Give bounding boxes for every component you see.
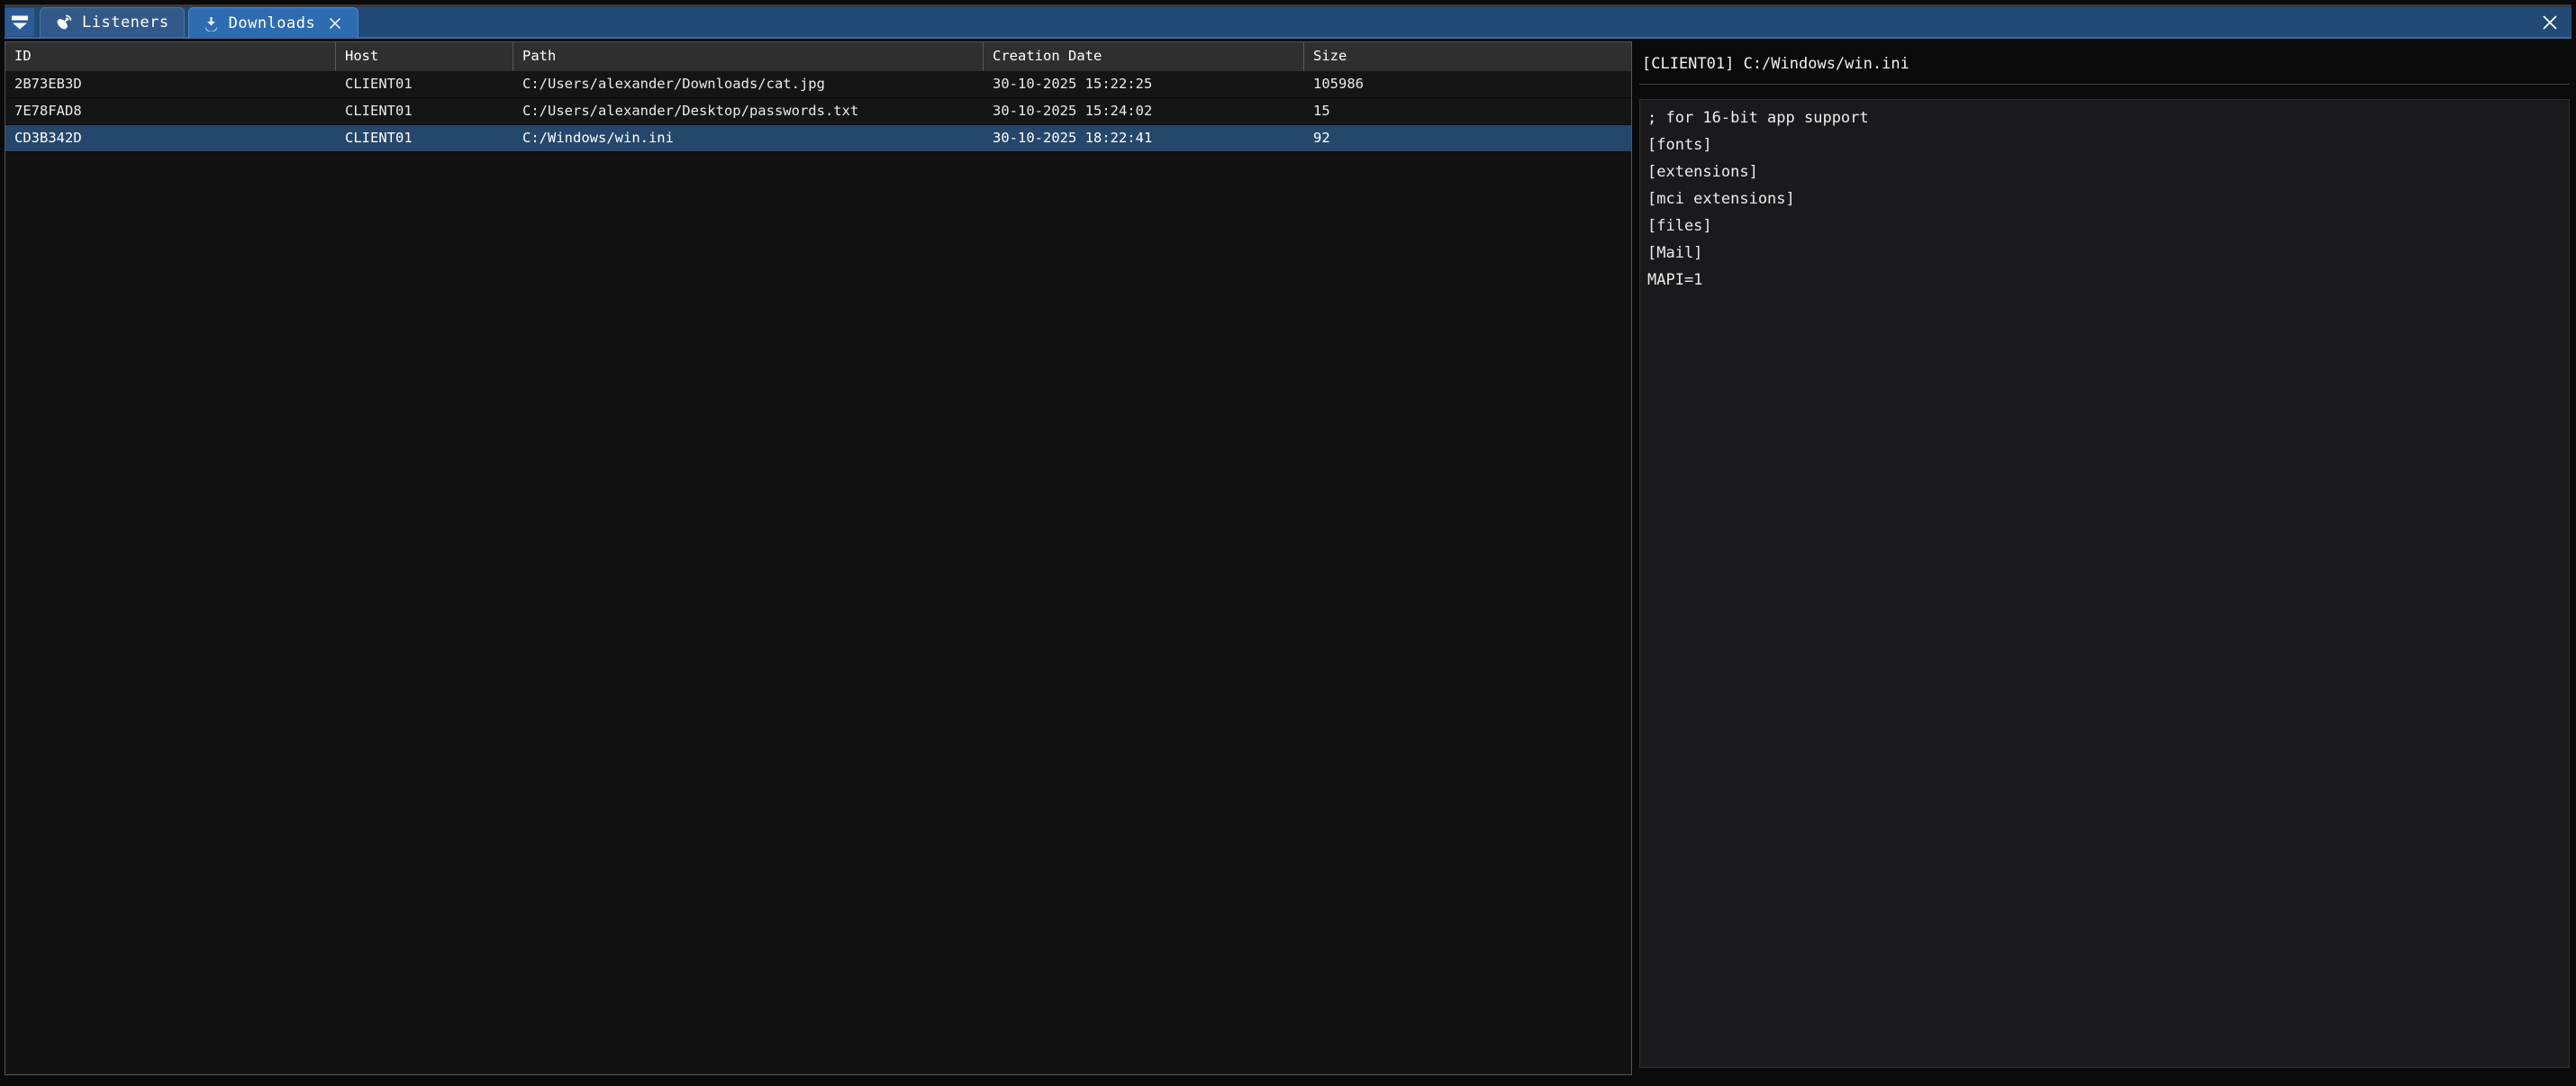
cell-id: CD3B342D xyxy=(5,125,336,151)
tab-label: Downloads xyxy=(229,14,316,32)
column-header-host[interactable]: Host xyxy=(336,42,513,71)
table-body: 2B73EB3DCLIENT01C:/Users/alexander/Downl… xyxy=(5,71,1631,152)
preview-line: [fonts] xyxy=(1647,131,2560,158)
cell-id: 7E78FAD8 xyxy=(5,98,336,124)
download-icon xyxy=(204,16,219,32)
cell-creation-date: 30-10-2025 18:22:41 xyxy=(984,125,1304,151)
collapse-down-icon xyxy=(11,14,29,30)
cell-size: 105986 xyxy=(1304,71,1631,97)
satellite-icon xyxy=(55,14,72,32)
cell-path: C:/Users/alexander/Downloads/cat.jpg xyxy=(513,71,984,97)
cell-size: 15 xyxy=(1304,98,1631,124)
tab-label: Listeners xyxy=(82,14,169,32)
table-row[interactable]: 7E78FAD8CLIENT01C:/Users/alexander/Deskt… xyxy=(5,98,1631,125)
column-header-size[interactable]: Size xyxy=(1304,42,1631,71)
tab-close-icon[interactable] xyxy=(327,15,343,32)
downloads-table: IDHostPathCreation DateSize 2B73EB3DCLIE… xyxy=(5,41,1632,1075)
tab-bar: Listeners Downloads xyxy=(5,5,2571,39)
table-row[interactable]: 2B73EB3DCLIENT01C:/Users/alexander/Downl… xyxy=(5,71,1631,98)
cell-path: C:/Users/alexander/Desktop/passwords.txt xyxy=(513,98,984,124)
cell-path: C:/Windows/win.ini xyxy=(513,125,984,151)
cell-creation-date: 30-10-2025 15:22:25 xyxy=(984,71,1304,97)
column-header-path[interactable]: Path xyxy=(513,42,984,71)
preview-line: [mci extensions] xyxy=(1647,186,2560,213)
cell-host: CLIENT01 xyxy=(336,125,513,151)
tab-list-button[interactable] xyxy=(5,8,34,36)
preview-line: [extensions] xyxy=(1647,158,2560,186)
column-header-id[interactable]: ID xyxy=(5,42,336,71)
app-window: Listeners Downloads IDHostPathCreation Da… xyxy=(0,0,2576,1086)
preview-line: MAPI=1 xyxy=(1647,267,2560,294)
cell-host: CLIENT01 xyxy=(336,71,513,97)
table-header-row: IDHostPathCreation DateSize xyxy=(5,42,1631,71)
preview-line: [files] xyxy=(1647,213,2560,240)
cell-creation-date: 30-10-2025 15:24:02 xyxy=(984,98,1304,124)
tab-listeners[interactable]: Listeners xyxy=(40,7,185,37)
preview-title: [CLIENT01] C:/Windows/win.ini xyxy=(1642,55,1909,73)
preview-line: [Mail] xyxy=(1647,240,2560,267)
column-header-creation-date[interactable]: Creation Date xyxy=(984,42,1304,71)
close-icon[interactable] xyxy=(2536,9,2563,36)
preview-line: ; for 16-bit app support xyxy=(1647,104,2560,131)
cell-host: CLIENT01 xyxy=(336,98,513,124)
cell-size: 92 xyxy=(1304,125,1631,151)
preview-separator xyxy=(1639,84,2570,85)
table-row[interactable]: CD3B342DCLIENT01C:/Windows/win.ini30-10-… xyxy=(5,125,1631,152)
tab-downloads[interactable]: Downloads xyxy=(188,7,359,39)
cell-id: 2B73EB3D xyxy=(5,71,336,97)
file-preview-box[interactable]: ; for 16-bit app support[fonts][extensio… xyxy=(1639,99,2570,1068)
